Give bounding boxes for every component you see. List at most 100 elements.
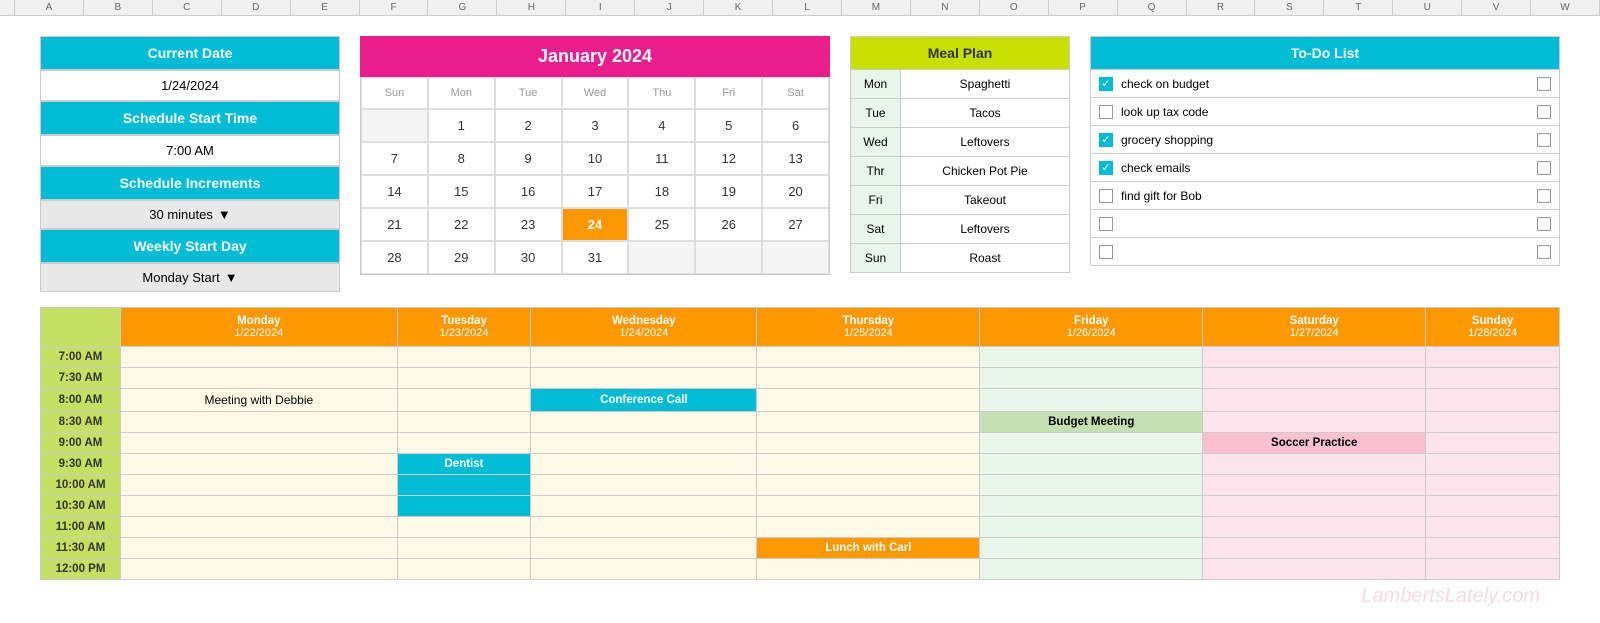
event-1030-wed[interactable]: [531, 496, 757, 517]
cal-day-13[interactable]: 13: [762, 142, 829, 175]
cal-day-17[interactable]: 17: [562, 175, 629, 208]
cal-day-2[interactable]: 2: [495, 109, 562, 142]
event-800-mon[interactable]: Meeting with Debbie: [121, 389, 398, 412]
event-1130-fri[interactable]: [980, 538, 1203, 559]
todo-check-4[interactable]: ✓: [1099, 161, 1113, 175]
event-900-wed[interactable]: [531, 433, 757, 454]
event-1130-tue[interactable]: [397, 538, 531, 559]
event-1130-mon[interactable]: [121, 538, 398, 559]
cal-day-6[interactable]: 6: [762, 109, 829, 142]
cal-day-16[interactable]: 16: [495, 175, 562, 208]
event-1000-wed[interactable]: [531, 475, 757, 496]
event-730-fri[interactable]: [980, 368, 1203, 389]
event-930-wed[interactable]: [531, 454, 757, 475]
todo-check-5[interactable]: [1099, 189, 1113, 203]
event-930-sun[interactable]: [1426, 454, 1560, 475]
todo-right-box-2[interactable]: [1537, 105, 1551, 119]
event-1200-wed[interactable]: [531, 559, 757, 580]
cal-day-14[interactable]: 14: [361, 175, 428, 208]
event-900-tue[interactable]: [397, 433, 531, 454]
event-930-sat[interactable]: [1203, 454, 1426, 475]
event-1000-thu[interactable]: [757, 475, 980, 496]
event-730-mon[interactable]: [121, 368, 398, 389]
event-1100-sun[interactable]: [1426, 517, 1560, 538]
event-700-wed[interactable]: [531, 347, 757, 368]
event-730-sun[interactable]: [1426, 368, 1560, 389]
event-1030-mon[interactable]: [121, 496, 398, 517]
event-830-tue[interactable]: [397, 412, 531, 433]
cal-day-30[interactable]: 30: [495, 241, 562, 274]
cal-day-4[interactable]: 4: [628, 109, 695, 142]
event-1100-wed[interactable]: [531, 517, 757, 538]
todo-check-7[interactable]: [1099, 245, 1113, 259]
event-1200-thu[interactable]: [757, 559, 980, 580]
event-900-thu[interactable]: [757, 433, 980, 454]
cal-day-7[interactable]: 7: [361, 142, 428, 175]
event-1130-sat[interactable]: [1203, 538, 1426, 559]
event-800-fri[interactable]: [980, 389, 1203, 412]
event-930-tue[interactable]: Dentist: [397, 454, 531, 475]
event-1100-thu[interactable]: [757, 517, 980, 538]
cal-day-22[interactable]: 22: [428, 208, 495, 241]
event-830-wed[interactable]: [531, 412, 757, 433]
event-930-thu[interactable]: [757, 454, 980, 475]
cal-day-3[interactable]: 3: [562, 109, 629, 142]
cal-day-15[interactable]: 15: [428, 175, 495, 208]
cal-day-20[interactable]: 20: [762, 175, 829, 208]
event-800-thu[interactable]: [757, 389, 980, 412]
event-1200-sun[interactable]: [1426, 559, 1560, 580]
event-830-sat[interactable]: [1203, 412, 1426, 433]
event-730-thu[interactable]: [757, 368, 980, 389]
event-1100-mon[interactable]: [121, 517, 398, 538]
todo-right-box-6[interactable]: [1537, 217, 1551, 231]
weekly-start-day-dropdown[interactable]: Monday Start ▼: [40, 263, 340, 292]
event-1200-tue[interactable]: [397, 559, 531, 580]
cal-day-24-today[interactable]: 24: [562, 208, 629, 241]
event-800-wed[interactable]: Conference Call: [531, 389, 757, 412]
cal-day-18[interactable]: 18: [628, 175, 695, 208]
event-1200-sat[interactable]: [1203, 559, 1426, 580]
cal-day-28[interactable]: 28: [361, 241, 428, 274]
cal-day-1[interactable]: 1: [428, 109, 495, 142]
event-830-sun[interactable]: [1426, 412, 1560, 433]
cal-day-5[interactable]: 5: [695, 109, 762, 142]
event-830-thu[interactable]: [757, 412, 980, 433]
event-900-sun[interactable]: [1426, 433, 1560, 454]
event-1100-sat[interactable]: [1203, 517, 1426, 538]
event-800-sat[interactable]: [1203, 389, 1426, 412]
event-700-mon[interactable]: [121, 347, 398, 368]
event-700-sat[interactable]: [1203, 347, 1426, 368]
event-1000-tue[interactable]: [397, 475, 531, 496]
event-800-sun[interactable]: [1426, 389, 1560, 412]
event-830-fri[interactable]: Budget Meeting: [980, 412, 1203, 433]
cal-day-19[interactable]: 19: [695, 175, 762, 208]
cal-day-21[interactable]: 21: [361, 208, 428, 241]
todo-right-box-5[interactable]: [1537, 189, 1551, 203]
todo-right-box-7[interactable]: [1537, 245, 1551, 259]
event-900-fri[interactable]: [980, 433, 1203, 454]
event-1100-fri[interactable]: [980, 517, 1203, 538]
cal-day-12[interactable]: 12: [695, 142, 762, 175]
event-1030-fri[interactable]: [980, 496, 1203, 517]
todo-check-6[interactable]: [1099, 217, 1113, 231]
event-1200-fri[interactable]: [980, 559, 1203, 580]
todo-right-box-1[interactable]: [1537, 77, 1551, 91]
event-700-tue[interactable]: [397, 347, 531, 368]
event-730-wed[interactable]: [531, 368, 757, 389]
event-1030-sun[interactable]: [1426, 496, 1560, 517]
cal-day-9[interactable]: 9: [495, 142, 562, 175]
event-730-sat[interactable]: [1203, 368, 1426, 389]
schedule-increments-dropdown[interactable]: 30 minutes ▼: [40, 200, 340, 229]
todo-right-box-3[interactable]: [1537, 133, 1551, 147]
event-1030-thu[interactable]: [757, 496, 980, 517]
event-700-thu[interactable]: [757, 347, 980, 368]
event-1030-tue[interactable]: [397, 496, 531, 517]
cal-day-29[interactable]: 29: [428, 241, 495, 274]
event-700-fri[interactable]: [980, 347, 1203, 368]
event-1130-wed[interactable]: [531, 538, 757, 559]
event-930-fri[interactable]: [980, 454, 1203, 475]
event-1000-fri[interactable]: [980, 475, 1203, 496]
event-1000-sun[interactable]: [1426, 475, 1560, 496]
event-700-sun[interactable]: [1426, 347, 1560, 368]
todo-check-1[interactable]: ✓: [1099, 77, 1113, 91]
